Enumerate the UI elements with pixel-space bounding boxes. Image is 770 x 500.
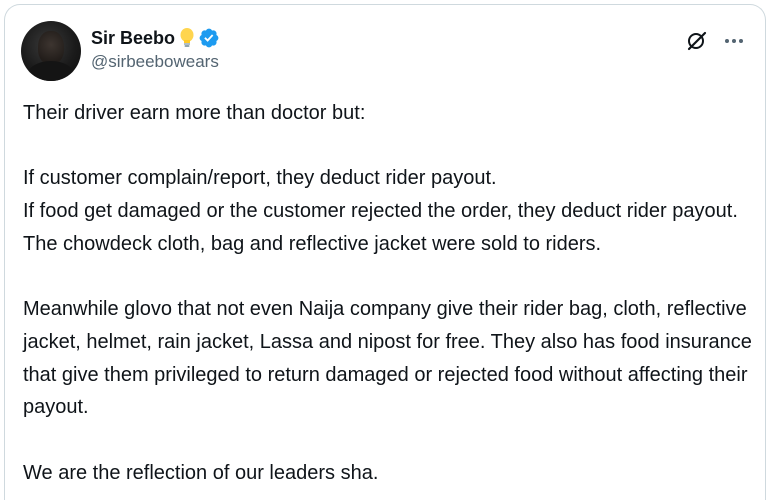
avatar[interactable]: [21, 21, 81, 81]
avatar-face: [38, 31, 64, 65]
grok-icon[interactable]: [685, 29, 709, 53]
author-handle[interactable]: @sirbeebowears: [91, 52, 220, 72]
verified-badge-icon: [198, 27, 220, 49]
tweet-text: Their driver earn more than doctor but: …: [23, 102, 752, 484]
name-row: Sir Beebo: [91, 26, 220, 50]
display-name[interactable]: Sir Beebo: [91, 28, 175, 49]
avatar-shoulders: [27, 61, 75, 81]
author-info: Sir Beebo @sirbeebowears: [91, 26, 220, 72]
header-actions: [685, 29, 745, 53]
tweet-card: Sir Beebo @sirbeebowears Their driver ea…: [4, 4, 766, 500]
more-options-icon[interactable]: [723, 30, 745, 52]
light-bulb-icon: [178, 27, 196, 49]
tweet-header: Sir Beebo @sirbeebowears: [21, 21, 749, 81]
